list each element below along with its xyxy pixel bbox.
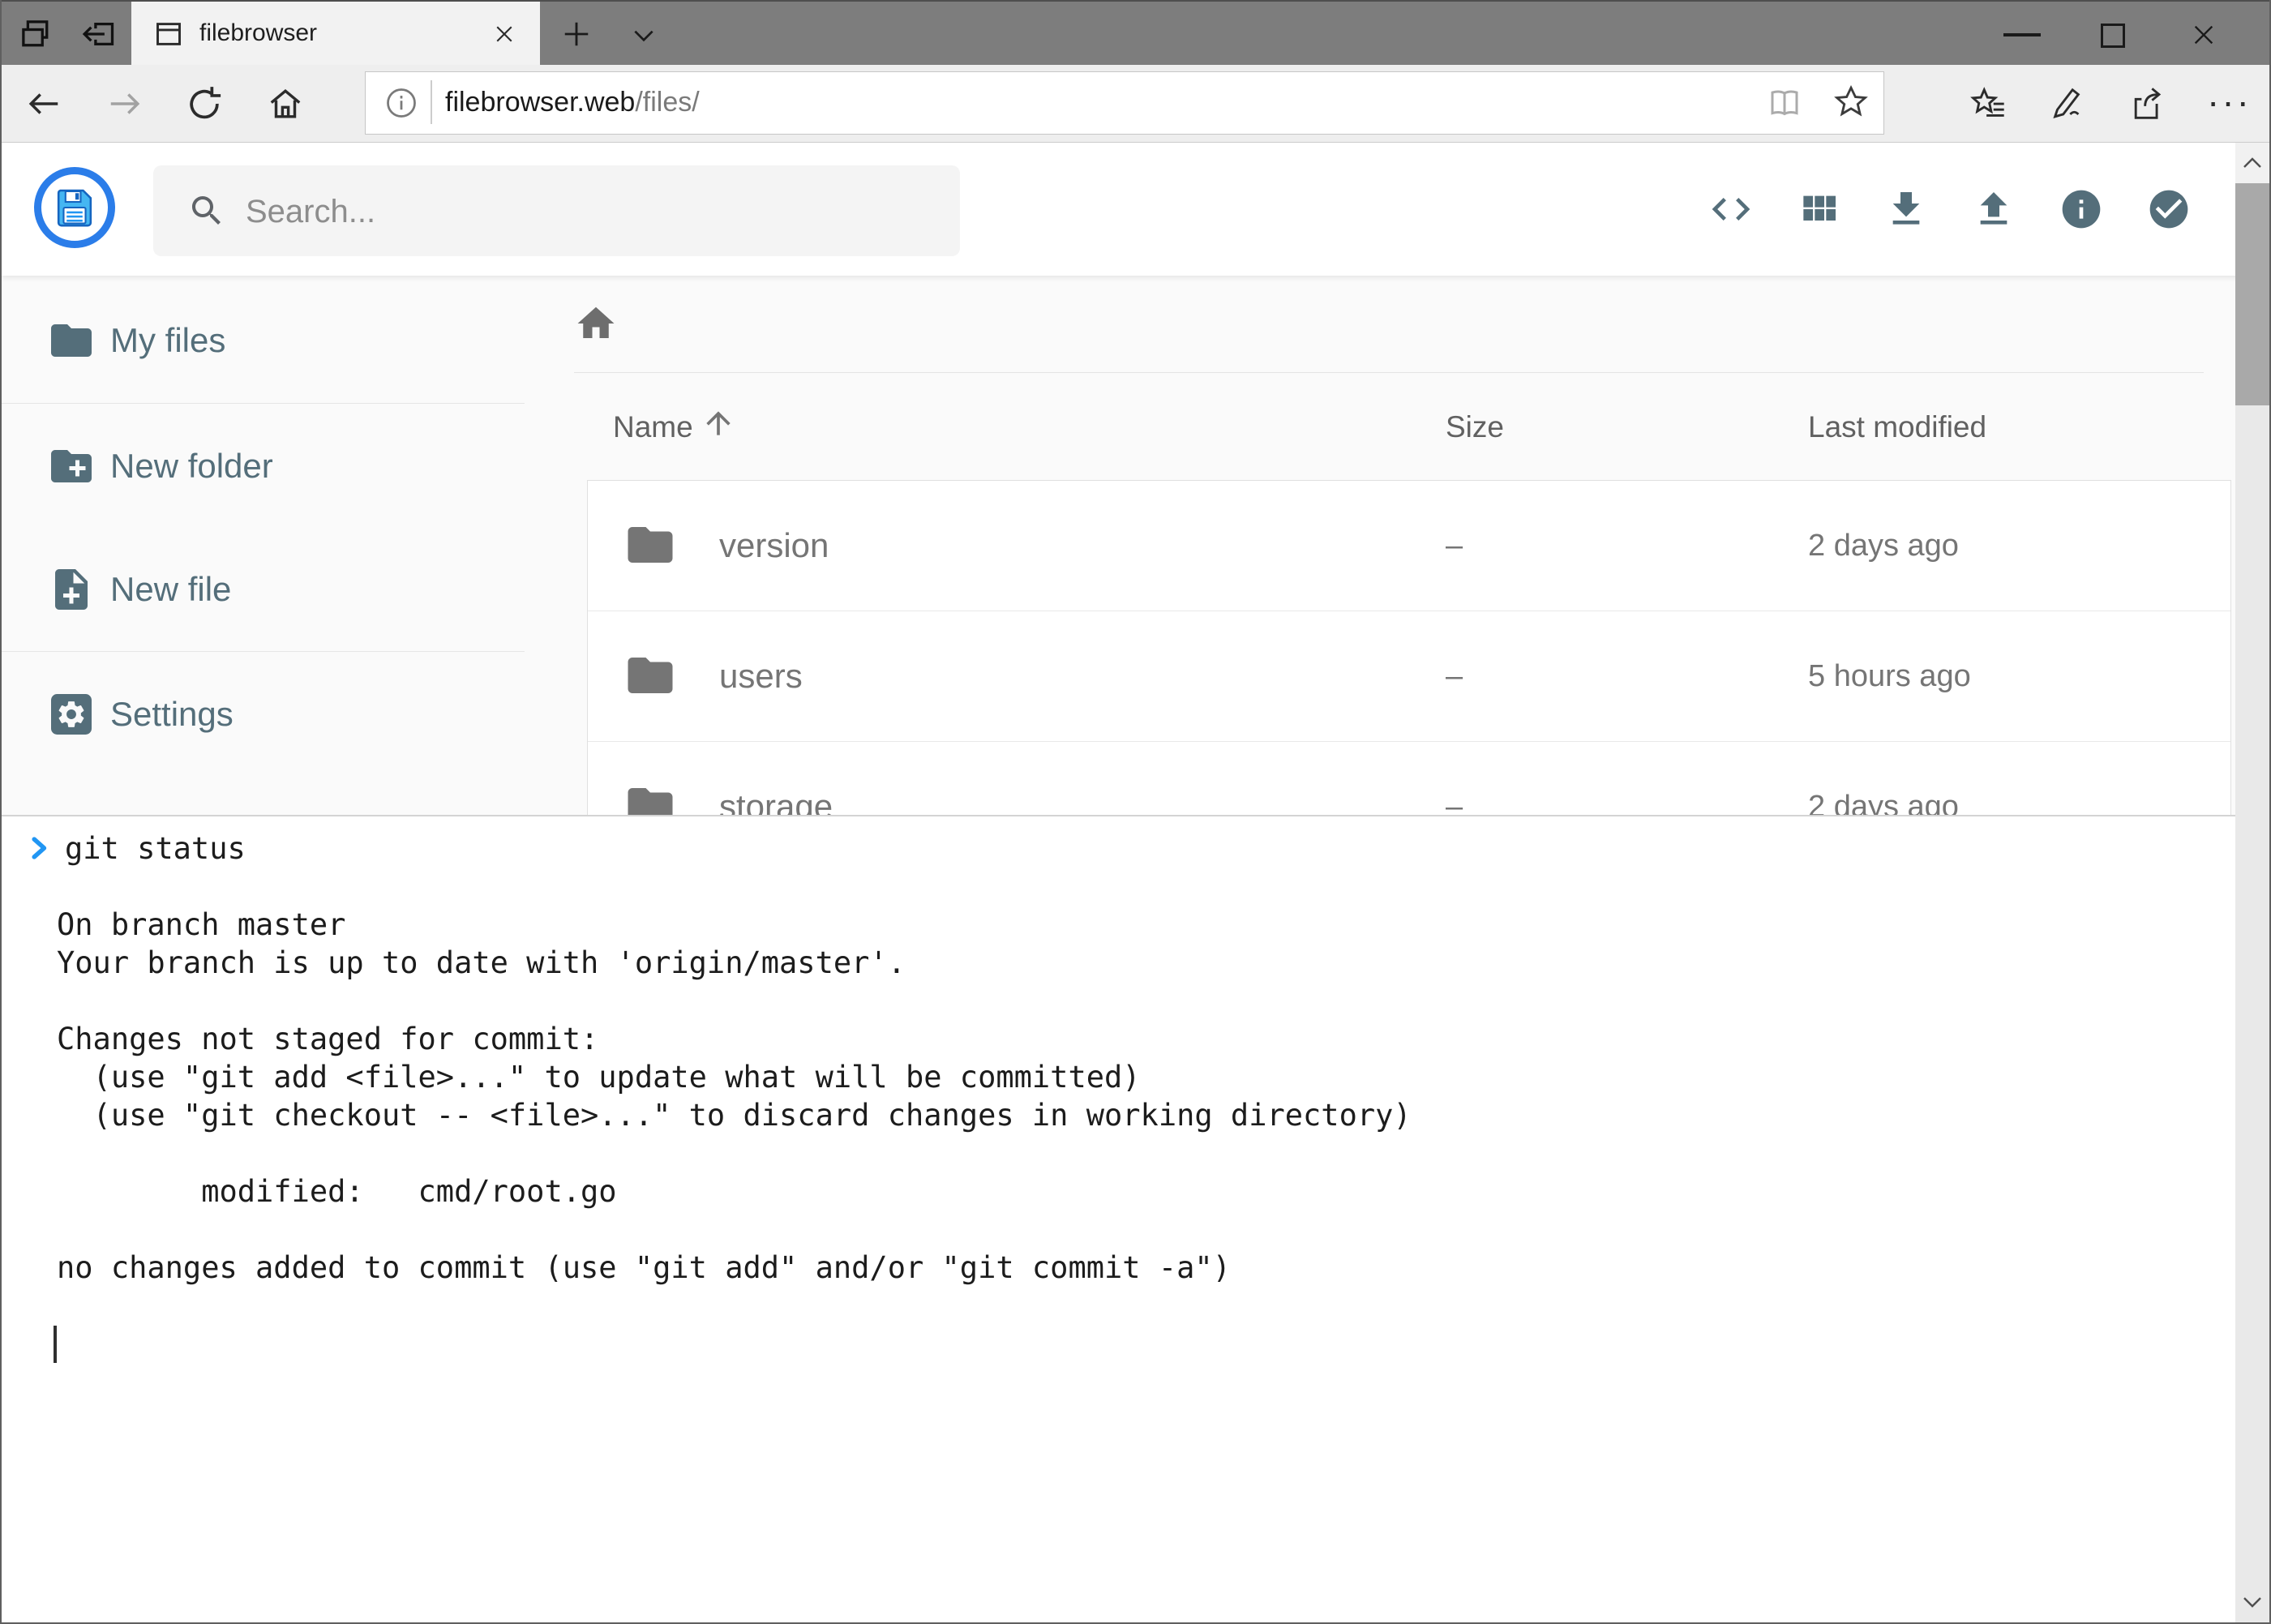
site-info-icon[interactable] (383, 85, 419, 121)
tab-bar: filebrowser (2, 0, 2269, 65)
window-maximize-button[interactable] (2068, 2, 2157, 65)
listing-divider (574, 372, 2204, 373)
terminal-command: git status (65, 829, 246, 868)
window-controls (1977, 2, 2269, 66)
filebrowser-logo-icon[interactable] (34, 167, 115, 248)
folder-icon (623, 649, 677, 702)
check-circle-icon[interactable] (2146, 186, 2192, 232)
web-notes-pen-icon[interactable] (2048, 85, 2085, 122)
new-file-icon (47, 565, 96, 614)
folder-icon (623, 518, 677, 572)
column-header-name[interactable]: Name (613, 410, 693, 444)
sidebar-item-label: New folder (110, 421, 273, 512)
file-size: – (1446, 611, 1463, 741)
home-button[interactable] (267, 85, 304, 122)
sidebar-item-new-file[interactable]: New file (2, 544, 525, 635)
grid-view-icon[interactable] (1796, 186, 1841, 232)
info-icon[interactable] (2059, 186, 2104, 232)
tab-close-icon[interactable] (493, 23, 516, 45)
file-name: users (719, 611, 803, 741)
more-options-icon[interactable]: ··· (2207, 85, 2244, 122)
sidebar-item-my-files[interactable]: My files (2, 295, 525, 386)
scrollbar-down-icon[interactable] (2235, 1582, 2269, 1622)
new-folder-icon (47, 442, 96, 491)
terminal-cursor (54, 1326, 57, 1363)
sidebar-item-settings[interactable]: Settings (2, 669, 525, 760)
reading-view-icon[interactable] (1765, 84, 1804, 122)
folder-icon (47, 316, 96, 365)
tab-preview-button[interactable] (18, 16, 54, 52)
set-tabs-aside-button[interactable] (81, 16, 117, 52)
share-icon[interactable] (2130, 85, 2167, 122)
file-modified: 2 days ago (1808, 481, 1959, 611)
scrollbar-thumb[interactable] (2235, 183, 2269, 405)
sidebar-item-label: My files (110, 295, 225, 386)
sidebar-divider (2, 651, 525, 652)
refresh-button[interactable] (186, 85, 223, 122)
url-host: filebrowser.web (445, 87, 635, 118)
settings-icon (47, 690, 96, 739)
terminal-panel[interactable]: git status On branch master Your branch … (2, 815, 2235, 1622)
url-text: filebrowser.web/files/ (445, 72, 700, 132)
code-icon[interactable] (1708, 186, 1754, 232)
page-scrollbar[interactable] (2235, 143, 2269, 1622)
listing-header: Name Size Last modified (587, 394, 2231, 459)
sidebar-item-new-folder[interactable]: New folder (2, 421, 525, 512)
file-list: version – 2 days ago users – 5 hours ago… (587, 480, 2231, 872)
forward-button[interactable] (106, 85, 144, 122)
set-tabs-aside-icon (81, 16, 117, 52)
file-row-version[interactable]: version – 2 days ago (588, 481, 2230, 611)
prompt-chevron-icon (29, 836, 50, 860)
header-actions (1708, 186, 2192, 232)
filebrowser-header (2, 143, 2269, 276)
tab-title: filebrowser (199, 2, 317, 65)
file-name: version (719, 481, 829, 611)
sidebar-item-label: Settings (110, 669, 234, 760)
tab-filebrowser[interactable]: filebrowser (131, 2, 540, 66)
scrollbar-up-icon[interactable] (2235, 143, 2269, 183)
url-path: /files/ (635, 87, 699, 118)
file-size: – (1446, 481, 1463, 611)
sidebar-item-label: New file (110, 544, 231, 635)
address-separator (431, 80, 432, 124)
sort-ascending-icon[interactable] (701, 405, 736, 441)
favorites-hub-icon[interactable] (1970, 85, 2007, 122)
file-modified: 5 hours ago (1808, 611, 1971, 741)
sidebar-divider (2, 403, 525, 404)
window-minimize-button[interactable] (1977, 2, 2067, 65)
browser-window: filebrowser (0, 0, 2271, 1624)
page-favicon-icon (154, 19, 183, 49)
new-tab-button[interactable] (561, 19, 592, 49)
address-bar[interactable]: filebrowser.web/files/ (365, 71, 1884, 135)
window-close-button[interactable] (2159, 2, 2248, 65)
search-box[interactable] (153, 165, 960, 256)
file-row-users[interactable]: users – 5 hours ago (588, 611, 2230, 742)
terminal-output: On branch master Your branch is up to da… (57, 868, 1412, 1287)
column-header-size[interactable]: Size (1446, 410, 1504, 444)
upload-icon[interactable] (1971, 186, 2016, 232)
back-button[interactable] (25, 85, 62, 122)
search-input[interactable] (244, 165, 945, 258)
tab-list-dropdown-icon[interactable] (630, 24, 658, 48)
breadcrumb-home-icon[interactable] (574, 302, 618, 345)
tab-preview-icon (18, 16, 54, 52)
download-icon[interactable] (1883, 186, 1929, 232)
add-favorite-star-icon[interactable] (1832, 84, 1870, 122)
browser-toolbar: filebrowser.web/files/ ··· (2, 65, 2269, 143)
column-header-modified[interactable]: Last modified (1808, 410, 1986, 444)
